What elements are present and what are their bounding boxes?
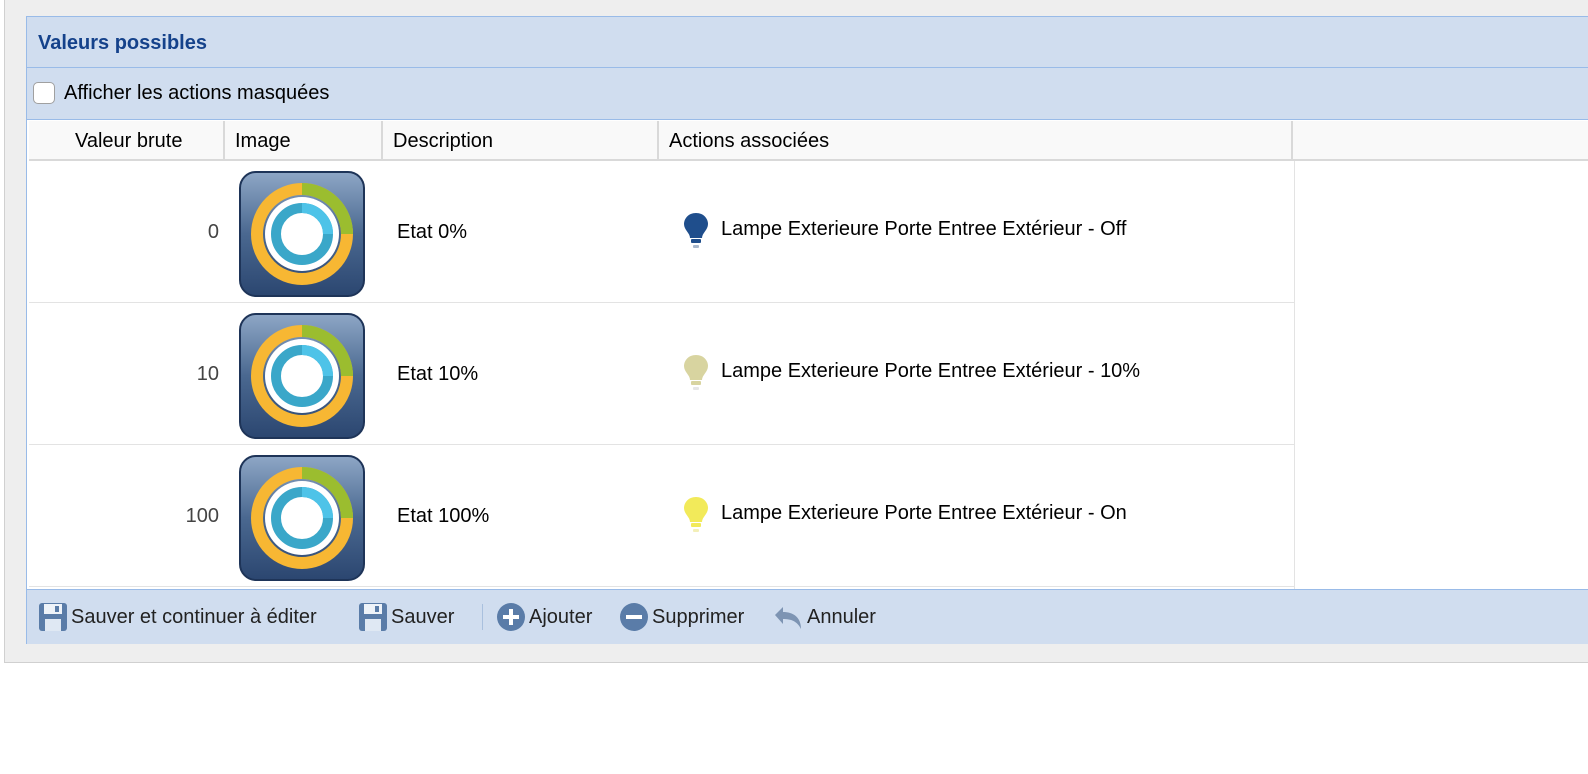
undo-icon [775,607,801,629]
cancel-label: Annuler [807,605,876,628]
column-header-actions[interactable]: Actions associées [659,121,1293,159]
raw-value: 10 [196,363,219,385]
table-row[interactable]: 100 Etat 100% Lampe Exterieure Porte Ent… [29,445,1295,587]
floppy-disk-icon [39,603,67,631]
table-row[interactable]: 10 Etat 10% Lampe Exterieure Porte Entre… [29,303,1295,445]
show-hidden-actions-label[interactable]: Afficher les actions masquées [64,82,329,105]
save-label: Sauver [391,605,455,628]
delete-label: Supprimer [652,605,745,628]
raw-value: 100 [185,505,219,527]
row-description: Etat 100% [397,505,490,527]
cancel-button[interactable]: Annuler [771,601,876,633]
grid-column-divider [1294,161,1295,589]
save-button[interactable]: Sauver [357,601,454,633]
floppy-disk-icon [359,603,387,631]
row-description: Etat 0% [397,221,468,243]
show-hidden-actions-checkbox[interactable] [33,82,55,104]
ring-gauge-icon [239,455,365,581]
panel-header: Valeurs possibles [27,17,1588,68]
associated-action-link[interactable]: Lampe Exterieure Porte Entree Extérieur … [721,360,1140,383]
plus-circle-icon [497,603,525,631]
bulb-off-icon [684,213,708,248]
column-header-image[interactable]: Image [225,121,383,159]
associated-action-link[interactable]: Lampe Exterieure Porte Entree Extérieur … [721,502,1127,525]
add-button[interactable]: Ajouter [495,601,592,633]
column-header-description[interactable]: Description [383,121,659,159]
bottom-toolbar: Sauver et continuer à éditer Sauver Ajou… [27,589,1588,644]
bulb-dim-icon [684,355,708,390]
possible-values-panel: Valeurs possibles Afficher les actions m… [26,16,1588,644]
associated-action-link[interactable]: Lampe Exterieure Porte Entree Extérieur … [721,218,1126,241]
save-and-continue-button[interactable]: Sauver et continuer à éditer [37,601,317,633]
ring-gauge-icon [239,171,365,297]
ring-gauge-icon [239,313,365,439]
top-toolbar: Afficher les actions masquées [27,68,1588,120]
grid-header: Valeur brute Image Description Actions a… [29,121,1588,161]
column-header-raw-value[interactable]: Valeur brute [29,121,225,159]
minus-circle-icon [620,603,648,631]
delete-button[interactable]: Supprimer [618,601,744,633]
table-row[interactable]: 0 Etat 0% Lampe Exterieure Porte Entree … [29,161,1295,303]
toolbar-separator [482,604,483,630]
row-description: Etat 10% [397,363,479,385]
bulb-on-icon [684,497,708,532]
add-label: Ajouter [529,605,593,628]
panel-title: Valeurs possibles [38,32,207,54]
save-and-continue-label: Sauver et continuer à éditer [71,605,317,628]
raw-value: 0 [207,221,219,243]
